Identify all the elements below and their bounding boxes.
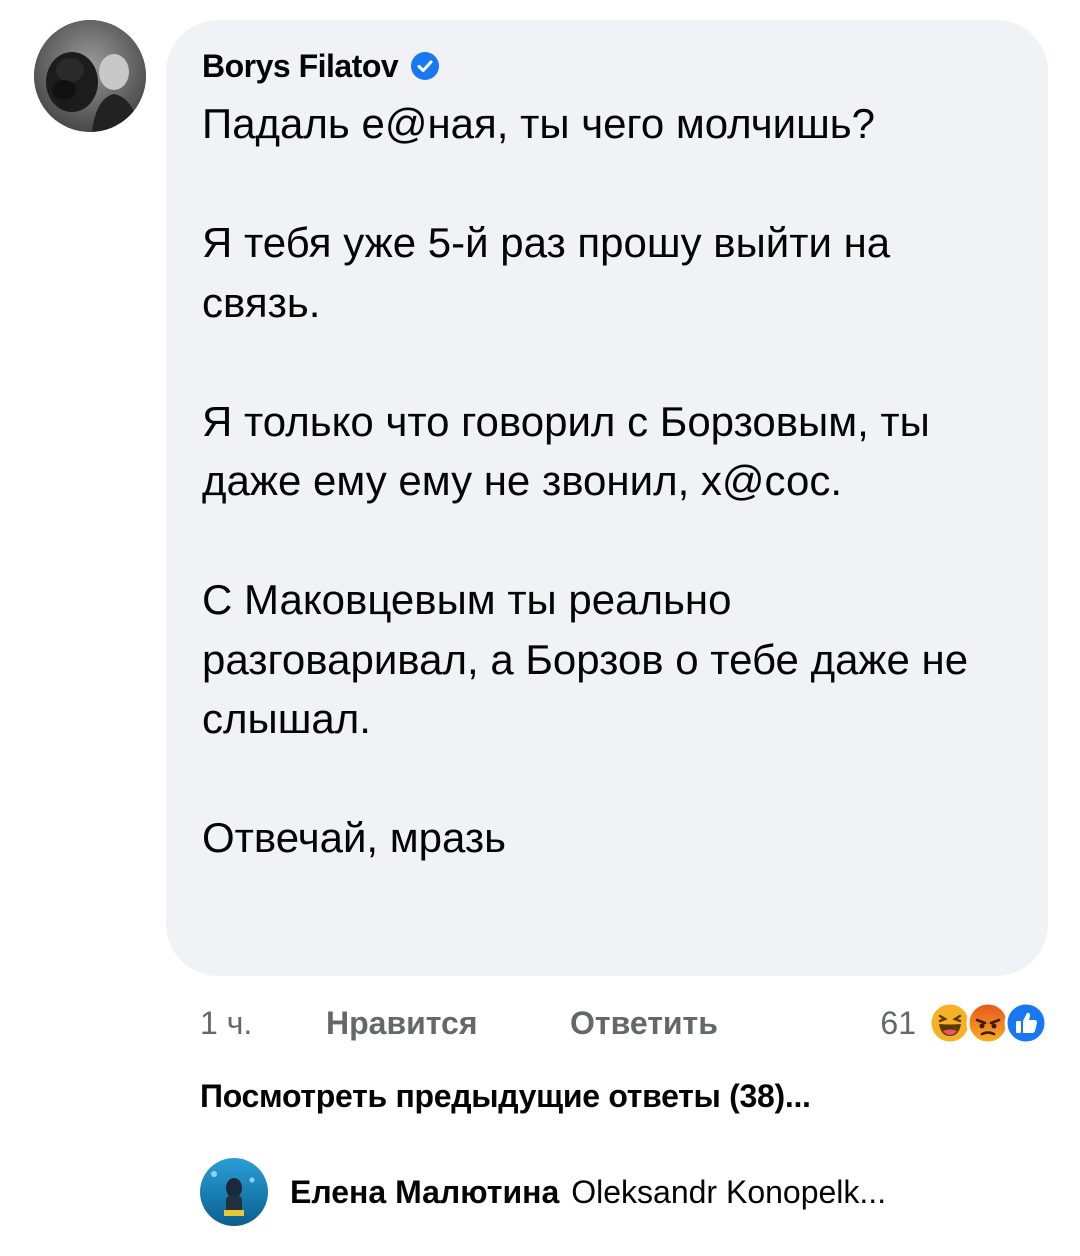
reply-author-name[interactable]: Елена Малютина <box>290 1174 559 1211</box>
author-avatar[interactable] <box>34 20 146 132</box>
verified-badge-icon <box>410 51 440 81</box>
avatar-photo <box>34 20 146 132</box>
comment-bubble: Borys Filatov Падаль е@ная, ты чего молч… <box>166 20 1048 976</box>
like-button[interactable]: Нравится <box>326 1005 570 1042</box>
comment-actions: 1 ч. Нравится Ответить 61 <box>200 1000 1048 1046</box>
reply-button[interactable]: Ответить <box>570 1005 718 1042</box>
reply-preview[interactable]: Елена Малютина Oleksandr Konopelk... <box>200 1158 886 1226</box>
like-reaction-icon <box>1004 1001 1048 1045</box>
comment-paragraph: С Маковцевым ты реально разговаривал, а … <box>202 576 969 742</box>
comment-timestamp[interactable]: 1 ч. <box>200 1005 326 1042</box>
comment-header: Borys Filatov <box>202 46 1014 86</box>
reaction-icons <box>928 1001 1048 1045</box>
reply-preview-text[interactable]: Oleksandr Konopelk... <box>571 1174 886 1211</box>
comment-paragraph: Я только что говорил с Борзовым, ты даже… <box>202 397 930 505</box>
reactions-summary[interactable]: 61 <box>880 1000 1048 1046</box>
author-name[interactable]: Borys Filatov <box>202 48 399 85</box>
reply-avatar-photo <box>200 1158 268 1226</box>
comment-paragraph: Я тебя уже 5-й раз прошу выйти на связь. <box>202 219 891 326</box>
reply-author-avatar[interactable] <box>200 1158 268 1226</box>
comment-paragraph: Отвечай, мразь <box>202 814 507 861</box>
view-previous-replies-link[interactable]: Посмотреть предыдущие ответы (38)... <box>200 1078 811 1115</box>
reaction-count: 61 <box>880 1004 916 1041</box>
comment-paragraph: Падаль е@ная, ты чего молчишь? <box>202 100 876 147</box>
comment-text: Падаль е@ная, ты чего молчишь? Я тебя уж… <box>202 94 1014 868</box>
